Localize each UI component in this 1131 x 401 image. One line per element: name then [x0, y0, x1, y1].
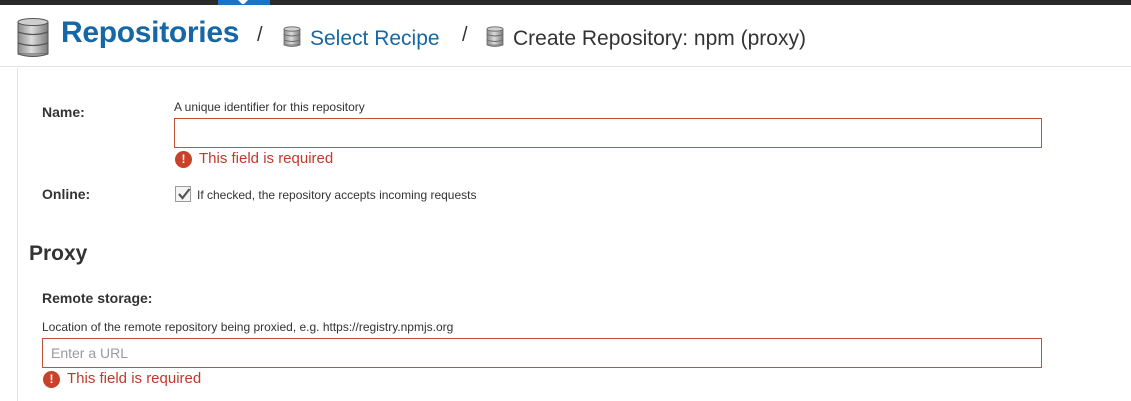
name-error: ! This field is required — [175, 150, 475, 170]
remote-storage-url-input[interactable] — [42, 338, 1042, 368]
page-header: Repositories / Select Recipe / Create Re… — [0, 5, 1131, 67]
proxy-section-title: Proxy — [29, 242, 88, 265]
remote-storage-help-text: Location of the remote repository being … — [42, 320, 454, 334]
exclamation-circle-icon: ! — [43, 371, 60, 388]
repository-form: Name: A unique identifier for this repos… — [17, 68, 1131, 401]
database-icon — [486, 26, 504, 47]
database-icon — [17, 18, 49, 57]
breadcrumb-select-recipe-link[interactable]: Select Recipe — [310, 27, 440, 51]
online-checkbox[interactable] — [175, 186, 191, 202]
breadcrumb-separator: / — [462, 24, 468, 46]
remote-storage-label: Remote storage: — [42, 290, 153, 306]
name-input[interactable] — [174, 118, 1042, 148]
breadcrumb-current-page: Create Repository: npm (proxy) — [513, 27, 806, 50]
remote-storage-error-text: This field is required — [67, 370, 202, 387]
online-help-text: If checked, the repository accepts incom… — [197, 188, 477, 202]
online-label: Online: — [42, 186, 91, 202]
checkmark-icon — [178, 188, 191, 200]
remote-storage-error: ! This field is required — [43, 370, 343, 390]
database-icon — [283, 26, 301, 47]
breadcrumb-separator: / — [257, 24, 263, 46]
breadcrumb-repositories-link[interactable]: Repositories — [61, 16, 239, 50]
name-help-text: A unique identifier for this repository — [174, 100, 365, 114]
name-label: Name: — [42, 104, 85, 120]
name-error-text: This field is required — [199, 150, 334, 167]
exclamation-circle-icon: ! — [175, 151, 192, 168]
